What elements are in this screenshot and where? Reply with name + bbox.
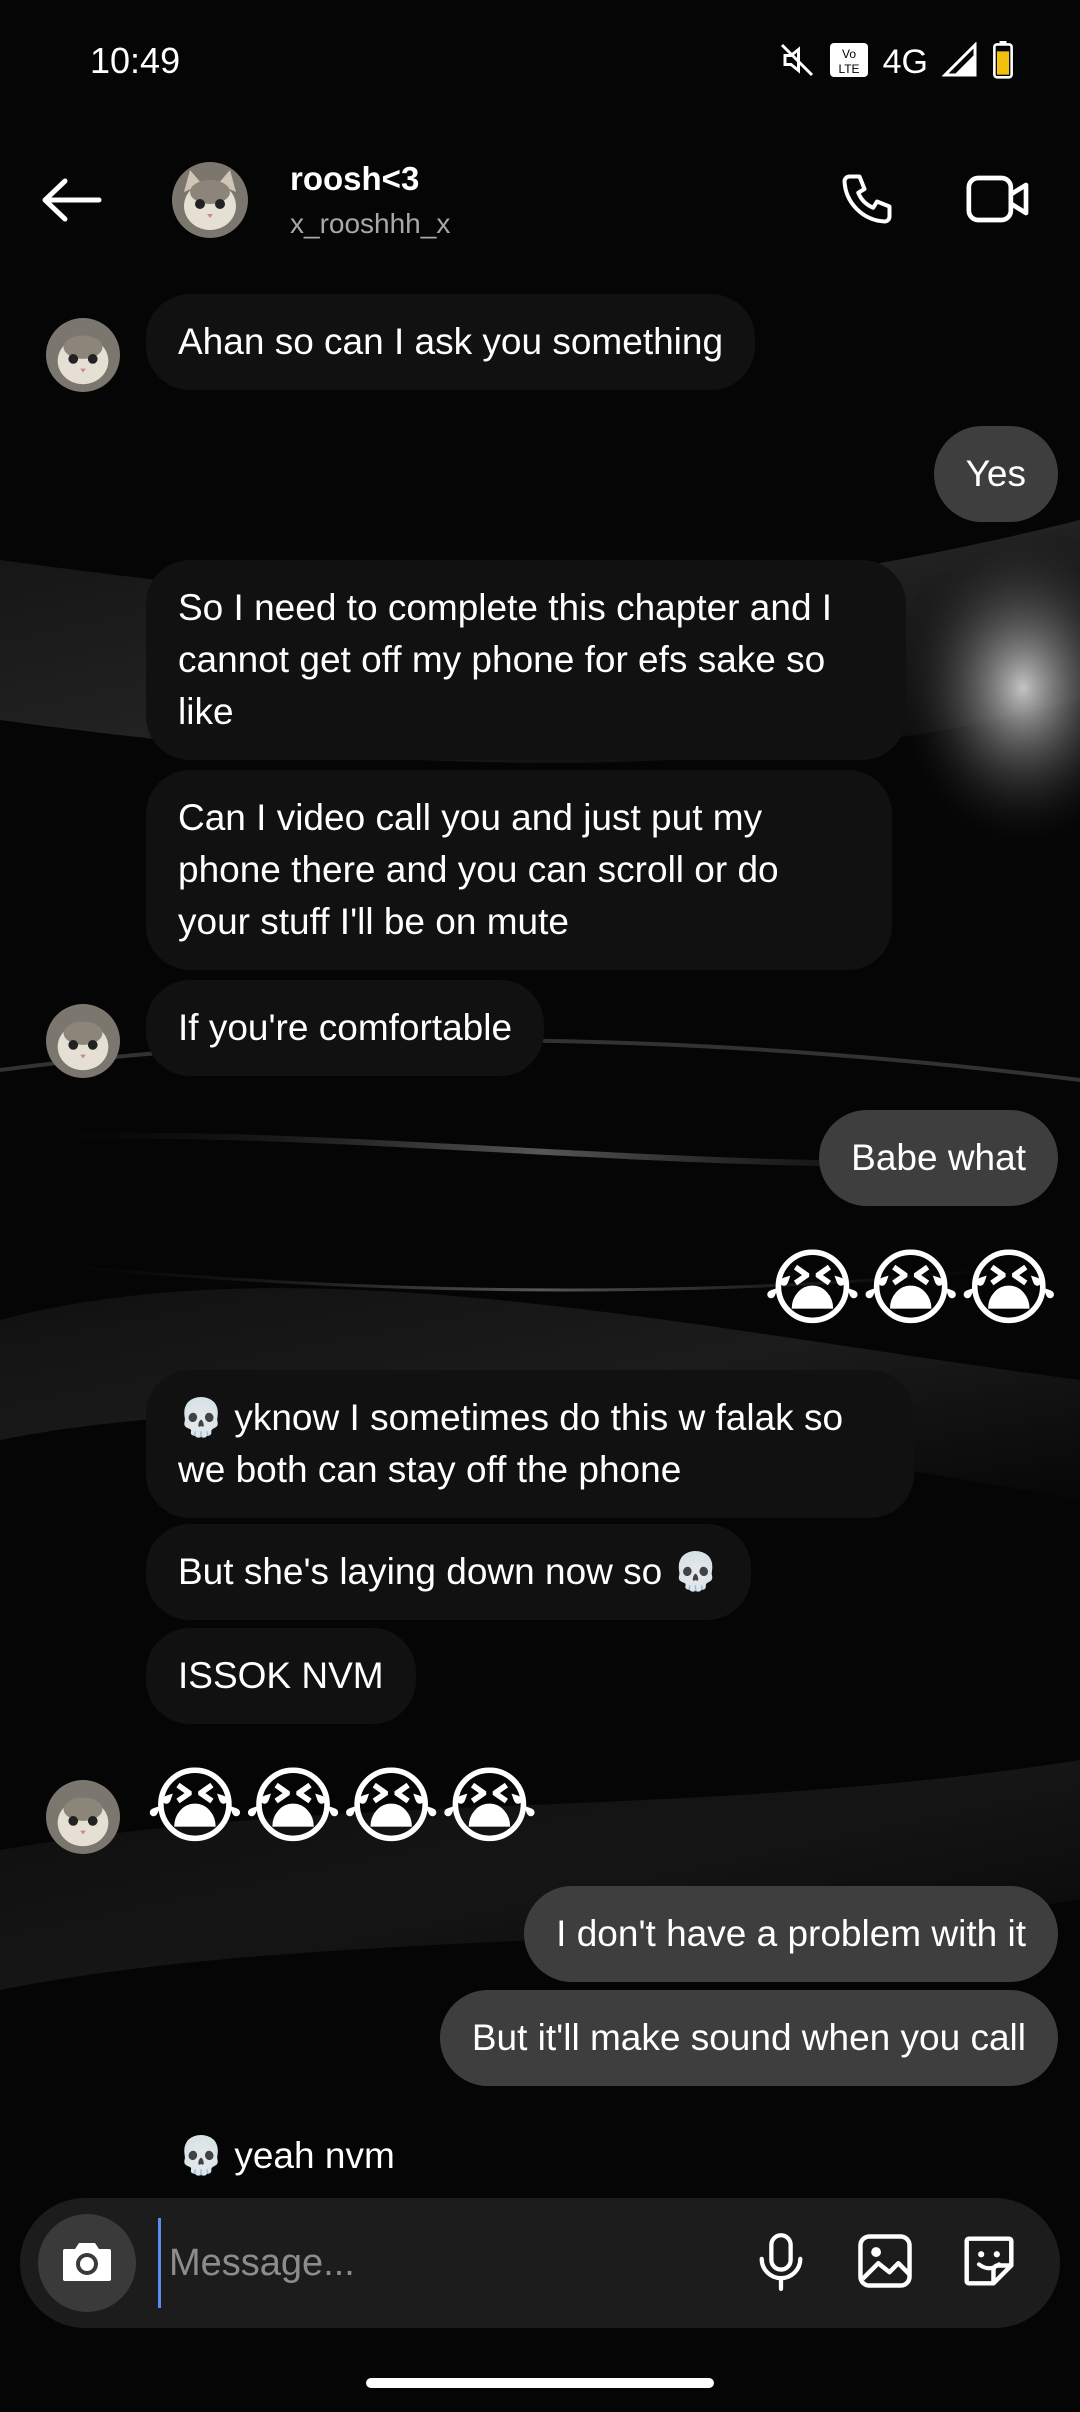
camera-icon: [59, 2237, 115, 2290]
message-outgoing[interactable]: I don't have a problem with it: [524, 1886, 1058, 1982]
voice-message-button[interactable]: [748, 2230, 814, 2296]
message-incoming[interactable]: ISSOK NVM: [146, 1628, 416, 1724]
gallery-icon: [856, 2232, 914, 2295]
contact-avatar[interactable]: [172, 162, 248, 238]
message-outgoing[interactable]: But it'll make sound when you call: [439, 1990, 1058, 2086]
message-outgoing[interactable]: Babe what: [819, 1110, 1058, 1206]
sender-avatar[interactable]: [46, 318, 120, 392]
svg-text:LTE: LTE: [838, 62, 859, 76]
back-arrow-icon: [41, 177, 103, 228]
sender-avatar[interactable]: [46, 1780, 120, 1854]
sticker-icon: [960, 2232, 1018, 2295]
message-incoming[interactable]: If you're comfortable: [146, 980, 545, 1076]
message-outgoing-emoji[interactable]: 😭😭😭: [764, 1238, 1058, 1338]
sender-avatar[interactable]: [46, 1004, 120, 1078]
status-time: 10:49: [90, 40, 181, 81]
message-incoming[interactable]: Can I video call you and just put my pho…: [146, 770, 892, 970]
status-bar: 10:49 Vo LTE 4G: [0, 0, 1080, 130]
message-incoming[interactable]: Ahan so can I ask you something: [146, 294, 756, 390]
message-incoming[interactable]: So I need to complete this chapter and I…: [146, 560, 906, 760]
video-call-button[interactable]: [960, 166, 1036, 236]
status-icons: Vo LTE 4G: [779, 40, 1014, 84]
video-camera-icon: [965, 171, 1031, 232]
microphone-icon: [754, 2231, 808, 2296]
back-button[interactable]: [36, 170, 108, 234]
signal-icon: [941, 40, 978, 83]
message-input[interactable]: [158, 2218, 718, 2308]
phone-icon: [837, 169, 897, 234]
network-type: 4G: [882, 42, 928, 81]
mute-icon: [779, 42, 815, 83]
sticker-button[interactable]: [956, 2230, 1022, 2296]
message-incoming[interactable]: But she's laying down now so 💀: [146, 1524, 751, 1620]
svg-text:Vo: Vo: [842, 47, 856, 61]
message-incoming[interactable]: 💀 yeah nvm: [146, 2130, 427, 2182]
contact-username[interactable]: x_rooshhh_x: [290, 208, 450, 240]
voice-call-button[interactable]: [832, 166, 902, 236]
contact-name[interactable]: roosh<3: [290, 160, 419, 198]
camera-button[interactable]: [38, 2214, 136, 2312]
gallery-button[interactable]: [852, 2230, 918, 2296]
message-composer: [20, 2198, 1060, 2328]
message-outgoing[interactable]: Yes: [933, 426, 1058, 522]
battery-icon: [992, 40, 1014, 84]
volte-icon: Vo LTE: [829, 42, 869, 83]
home-indicator[interactable]: [366, 2378, 714, 2388]
message-incoming[interactable]: 💀 yknow I sometimes do this w falak so w…: [146, 1370, 914, 1518]
message-incoming-emoji[interactable]: 😭😭😭😭: [146, 1756, 539, 1856]
chat-header: roosh<3 x_rooshhh_x: [0, 140, 1080, 260]
